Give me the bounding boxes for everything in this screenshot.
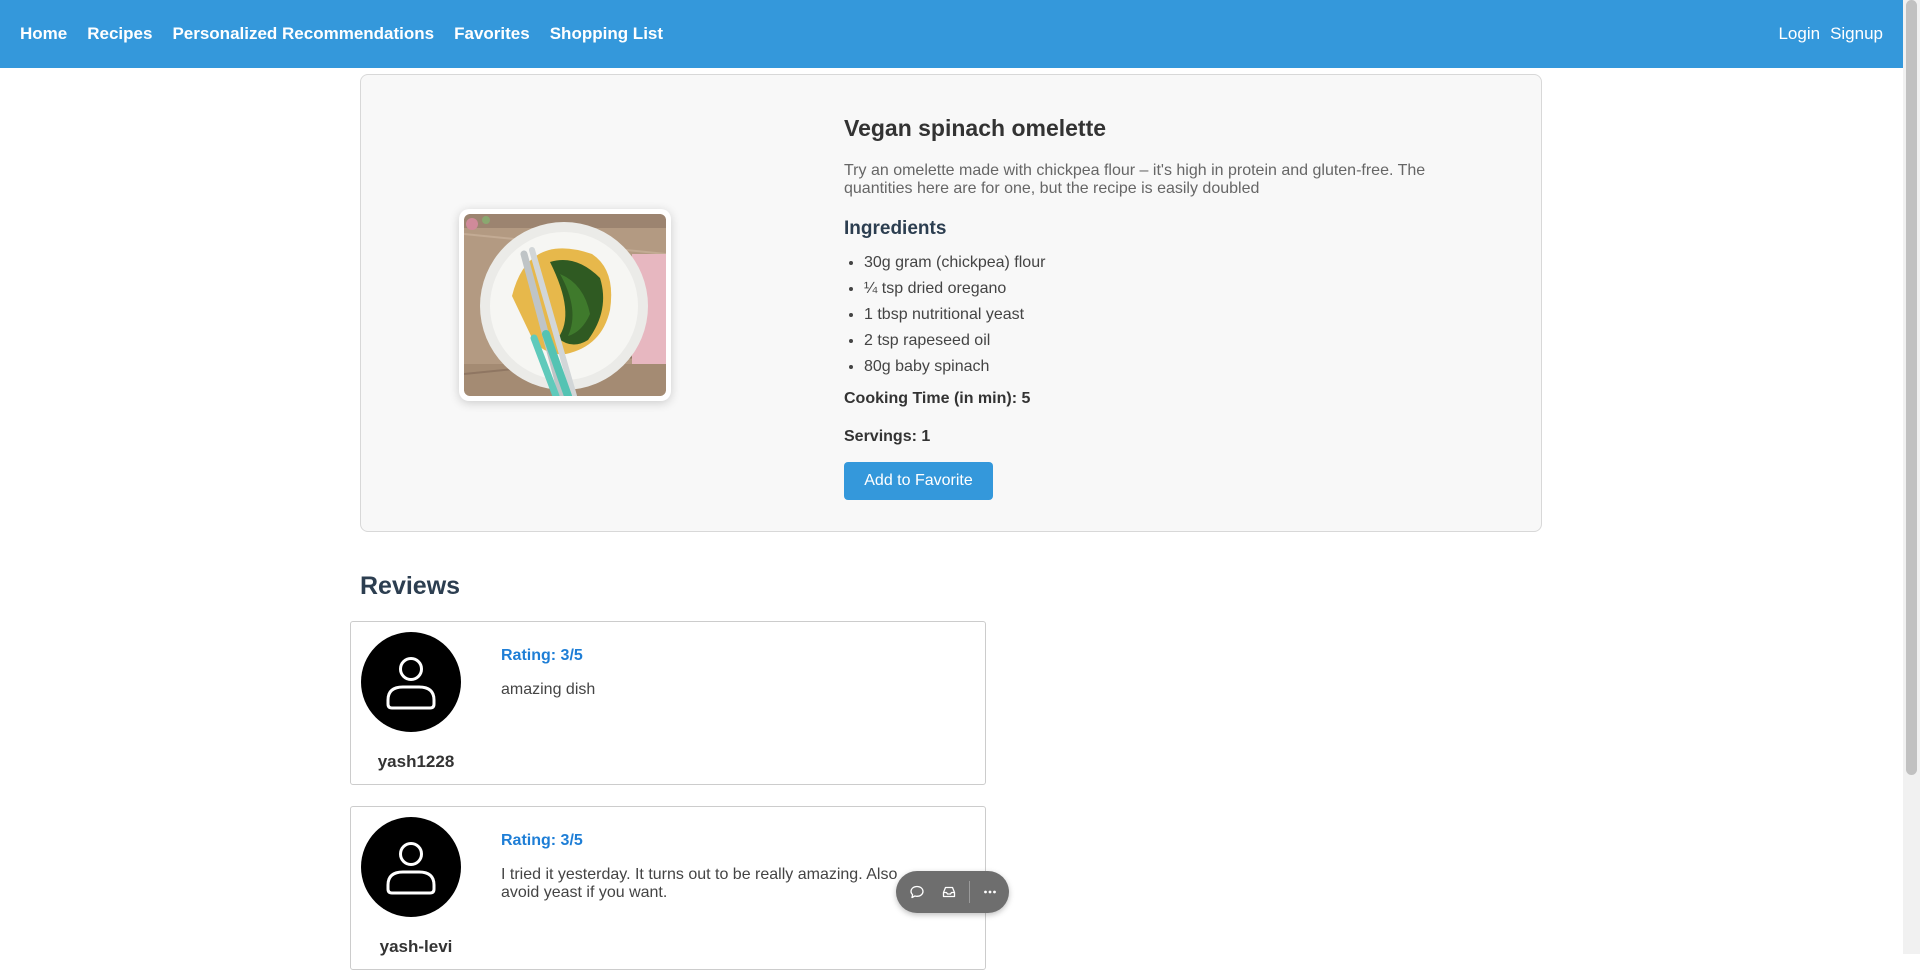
nav-links: Home Recipes Personalized Recommendation…	[20, 24, 683, 44]
nav-home-link[interactable]: Home	[20, 24, 67, 44]
ingredient-item: 1 tbsp nutritional yeast	[864, 306, 1464, 332]
servings: Servings: 1	[844, 428, 931, 445]
review-username: yash1228	[377, 752, 455, 771]
comment-icon[interactable]	[901, 871, 933, 913]
login-link[interactable]: Login	[1778, 24, 1820, 44]
recipe-card: Vegan spinach omelette Try an omelette m…	[360, 74, 1542, 532]
floating-toolbar	[896, 871, 1009, 913]
review-username: yash-levi	[379, 937, 453, 956]
reviews-heading: Reviews	[360, 572, 461, 600]
recipe-description: Try an omelette made with chickpea flour…	[844, 162, 1426, 197]
recipe-photo	[464, 214, 666, 396]
inbox-icon[interactable]	[933, 871, 965, 913]
review-rating: Rating: 3/5	[501, 832, 583, 849]
ingredient-item: 2 tsp rapeseed oil	[864, 332, 1464, 358]
ingredient-item: ¼ tsp dried oregano	[864, 280, 1464, 306]
recipe-image-frame	[459, 209, 671, 401]
ingredient-item: 80g baby spinach	[864, 358, 1464, 384]
top-navbar: Home Recipes Personalized Recommendation…	[0, 0, 1903, 68]
ingredient-item: 30g gram (chickpea) flour	[864, 254, 1464, 280]
recipe-info: Vegan spinach omelette Try an omelette m…	[844, 115, 1464, 500]
nav-recommendations-link[interactable]: Personalized Recommendations	[172, 24, 434, 44]
signup-link[interactable]: Signup	[1830, 24, 1883, 44]
review-rating: Rating: 3/5	[501, 647, 583, 664]
more-icon[interactable]	[974, 871, 1006, 913]
scrollbar-thumb[interactable]	[1906, 0, 1917, 775]
recipe-title: Vegan spinach omelette	[844, 115, 1107, 141]
user-avatar-icon	[361, 632, 461, 732]
review-card: yash1228 Rating: 3/5 amazing dish	[350, 621, 986, 785]
nav-favorites-link[interactable]: Favorites	[454, 24, 530, 44]
user-avatar-icon	[361, 817, 461, 917]
ingredients-heading: Ingredients	[844, 218, 947, 239]
review-comment: amazing dish	[501, 681, 596, 698]
nav-shopping-list-link[interactable]: Shopping List	[550, 24, 663, 44]
review-comment: I tried it yesterday. It turns out to be…	[501, 866, 898, 901]
toolbar-divider	[969, 881, 970, 903]
review-card: yash-levi Rating: 3/5 I tried it yesterd…	[350, 806, 986, 970]
add-to-favorite-button[interactable]: Add to Favorite	[844, 462, 993, 500]
cooking-time: Cooking Time (in min): 5	[844, 390, 1031, 407]
ingredients-list: 30g gram (chickpea) flour ¼ tsp dried or…	[844, 254, 1464, 384]
page-scrollbar[interactable]	[1903, 0, 1920, 954]
nav-recipes-link[interactable]: Recipes	[87, 24, 152, 44]
auth-links: Login Signup	[1768, 24, 1883, 44]
